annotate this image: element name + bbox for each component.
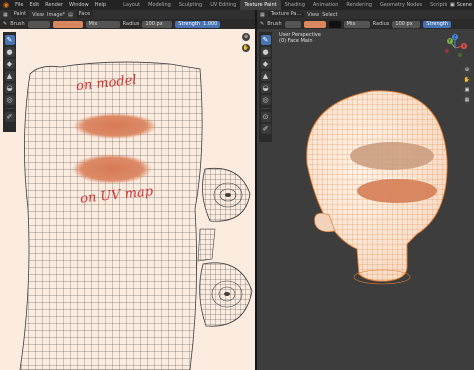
gizmo-x-label: X <box>463 44 466 49</box>
menu-edit[interactable]: Edit <box>26 2 42 8</box>
paint-stroke-top <box>73 113 157 139</box>
navigation-gizmo[interactable]: X Y Z <box>440 33 470 63</box>
mode-dropdown[interactable]: Texture Pa... <box>267 11 305 18</box>
menu-render[interactable]: Render <box>42 2 66 8</box>
fill-tool-icon[interactable]: ◒ <box>4 83 15 93</box>
menu-help[interactable]: Help <box>92 2 109 8</box>
strength-label: Strength <box>178 20 201 27</box>
paint-stroke-face <box>357 179 437 203</box>
gizmo-z-label: Z <box>454 35 457 40</box>
blend-dropdown[interactable]: Mix <box>343 20 370 28</box>
strength-field[interactable]: Strength <box>423 20 452 28</box>
brush-label: Brush <box>267 21 282 27</box>
tab-rendering[interactable]: Rendering <box>342 0 376 10</box>
uv-editor-header: ▦ Paint View Image* ▤ Face <box>0 10 255 19</box>
uv-island-main <box>19 61 203 370</box>
soften-tool-icon[interactable]: ● <box>4 47 15 57</box>
pan-hand-icon[interactable]: ✋ <box>242 44 250 52</box>
clone-tool-icon[interactable]: ▲ <box>4 71 15 81</box>
menu-window[interactable]: Window <box>66 2 92 8</box>
editor-type-icon[interactable]: ▦ <box>260 12 265 18</box>
draw-tool-icon[interactable]: ✎ <box>4 35 15 45</box>
toolbar-separator <box>261 108 270 109</box>
radius-label: Radius <box>122 21 140 27</box>
menu-view[interactable]: View <box>32 12 44 18</box>
zoom-icon[interactable]: ⊕ <box>463 66 471 74</box>
menu-view[interactable]: View <box>307 12 319 18</box>
draw-tool-icon[interactable]: ✎ <box>260 35 271 45</box>
smear-tool-icon[interactable]: ◆ <box>260 59 271 69</box>
paint-stroke-bottom <box>72 154 152 184</box>
workspace-tabs: Layout Modeling Sculpting UV Editing Tex… <box>119 0 456 10</box>
menu-file[interactable]: File <box>12 2 26 8</box>
gizmo-y-label: Y <box>448 39 452 44</box>
uv-toolbar: ✎ ● ◆ ▲ ◒ ◎ ✐ <box>3 32 16 132</box>
menu-select[interactable]: Select <box>322 12 337 18</box>
menu-image[interactable]: Image* <box>47 12 65 18</box>
color-swatch[interactable] <box>303 20 326 28</box>
mode-dropdown[interactable]: Paint <box>10 11 30 18</box>
zoom-icon[interactable]: ⊕ <box>242 33 250 41</box>
paint-stroke-forehead <box>350 142 434 170</box>
top-bar: ◉ File Edit Render Window Help Layout Mo… <box>0 0 474 10</box>
scene-label: Scene <box>456 2 472 8</box>
brush-label: Brush <box>10 21 25 27</box>
brush-selector[interactable] <box>284 20 301 28</box>
main-menu: ◉ File Edit Render Window Help <box>0 0 109 10</box>
tab-animation[interactable]: Animation <box>309 0 343 10</box>
head-mesh <box>306 90 448 285</box>
strength-value: 1.000 <box>203 20 218 27</box>
strength-field[interactable]: Strength 1.000 <box>175 20 221 28</box>
radius-label: Radius <box>372 21 390 27</box>
mask-tool-icon[interactable]: ◎ <box>4 95 15 105</box>
brush-selector[interactable] <box>27 20 50 28</box>
editor-type-icon[interactable]: ▦ <box>3 12 8 18</box>
tab-texture-paint[interactable]: Texture Paint <box>240 0 281 10</box>
tab-shading[interactable]: Shading <box>281 0 309 10</box>
smear-tool-icon[interactable]: ◆ <box>4 59 15 69</box>
scene-icon: ▣ <box>450 2 455 8</box>
soften-tool-icon[interactable]: ● <box>260 47 271 57</box>
toolbar-separator <box>5 108 14 109</box>
uv-tool-settings: ✎ Brush Mix Radius 100 px Strength 1.000 <box>0 19 255 29</box>
cursor-tool-icon[interactable]: ⊙ <box>260 112 271 122</box>
uv-island-strip <box>197 228 216 262</box>
tab-layout[interactable]: Layout <box>119 0 144 10</box>
viewport-canvas[interactable] <box>257 29 474 370</box>
camera-icon[interactable]: ▣ <box>463 86 471 94</box>
annotate-tool-icon[interactable]: ✐ <box>260 124 271 134</box>
viewport-tool-settings: ✎ Brush Mix Radius 100 px Strength <box>257 19 474 29</box>
uv-editor-area: ▦ Paint View Image* ▤ Face ✎ Brush Mix R… <box>0 10 255 370</box>
blend-dropdown[interactable]: Mix <box>85 20 120 28</box>
blender-logo-icon[interactable]: ◉ <box>0 1 12 9</box>
color-swatch[interactable] <box>52 20 83 28</box>
ortho-grid-icon[interactable]: ▦ <box>463 96 471 104</box>
viewport-area: ▦ Texture Pa... View Select ✎ Brush Mix … <box>257 10 474 370</box>
brush-icon: ✎ <box>3 21 8 27</box>
tab-modeling[interactable]: Modeling <box>144 0 175 10</box>
mask-tool-icon[interactable]: ◎ <box>260 95 271 105</box>
tab-sculpting[interactable]: Sculpting <box>175 0 206 10</box>
radius-field[interactable]: 100 px <box>142 20 173 28</box>
image-name-field[interactable]: Face <box>75 11 94 18</box>
secondary-color-swatch[interactable] <box>328 20 341 28</box>
fill-tool-icon[interactable]: ◒ <box>260 83 271 93</box>
image-icon: ▤ <box>68 11 73 18</box>
strength-label: Strength <box>426 20 449 27</box>
scene-selector[interactable]: ▣ Scene <box>447 0 472 10</box>
tab-uv-editing[interactable]: UV Editing <box>206 0 240 10</box>
radius-field[interactable]: 100 px <box>392 20 421 28</box>
uv-island-ear-bottom <box>199 262 253 327</box>
pan-hand-icon[interactable]: ✋ <box>463 76 471 84</box>
viewport-toolbar: ✎ ● ◆ ▲ ◒ ◎ ⊙ ✐ <box>259 32 272 142</box>
uv-island-ear-top <box>202 167 251 222</box>
brush-icon: ✎ <box>260 21 265 27</box>
tab-geometry-nodes[interactable]: Geometry Nodes <box>376 0 426 10</box>
clone-tool-icon[interactable]: ▲ <box>260 71 271 81</box>
viewport-header: ▦ Texture Pa... View Select <box>257 10 474 19</box>
annotate-tool-icon[interactable]: ✐ <box>4 112 15 122</box>
